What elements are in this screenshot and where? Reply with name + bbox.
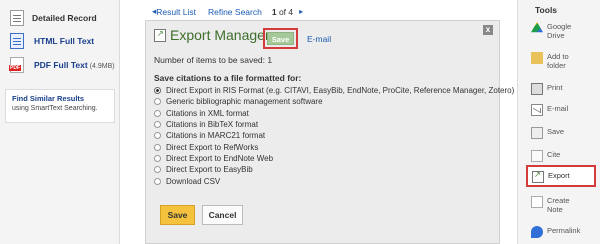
- cite-icon: [531, 150, 543, 162]
- left-sidebar: Detailed Record HTML Full Text PDF PDF F…: [0, 0, 120, 244]
- save-top-highlight: Save: [263, 28, 298, 49]
- format-option-label: Direct Export to RefWorks: [166, 142, 259, 152]
- page-total: of 4: [278, 6, 294, 17]
- result-list-link[interactable]: Result List: [156, 7, 196, 17]
- tool-permalink[interactable]: Permalink: [531, 226, 580, 238]
- format-option-label: Direct Export to EasyBib: [166, 165, 253, 175]
- google-drive-icon: [531, 22, 543, 33]
- tools-title: Tools: [535, 5, 558, 15]
- format-option[interactable]: Citations in XML format: [154, 108, 514, 119]
- format-option-label: Citations in XML format: [166, 108, 249, 118]
- format-options: Direct Export in RIS Format (e.g. CITAVI…: [154, 85, 514, 187]
- format-option-label: Citations in MARC21 format: [166, 131, 266, 141]
- format-option[interactable]: Citations in MARC21 format: [154, 130, 514, 141]
- radio-button[interactable]: [154, 177, 161, 185]
- permalink-icon: [531, 226, 543, 238]
- close-icon[interactable]: x: [483, 25, 493, 35]
- format-option-label: Citations in BibTeX format: [166, 120, 259, 130]
- email-link[interactable]: E-mail: [307, 34, 331, 44]
- items-count: Number of items to be saved: 1: [154, 55, 272, 65]
- document-icon: [10, 10, 24, 26]
- format-option-label: Direct Export in RIS Format (e.g. CITAVI…: [166, 86, 515, 96]
- radio-button[interactable]: [154, 87, 161, 95]
- tool-save[interactable]: Save: [531, 127, 564, 139]
- tool-label: Save: [547, 127, 565, 136]
- save-top-button[interactable]: Save: [267, 32, 294, 45]
- html-full-text-link[interactable]: HTML Full Text: [10, 33, 94, 49]
- tool-create-note[interactable]: Create Note: [531, 196, 583, 214]
- format-option-label: Direct Export to EndNote Web: [166, 153, 274, 163]
- action-buttons: Save Cancel: [160, 205, 243, 225]
- panel-title: Export Manager: [170, 27, 270, 43]
- save-icon: [531, 127, 543, 139]
- find-similar-subtext: using SmartText Searching.: [12, 105, 98, 112]
- radio-button[interactable]: [154, 132, 161, 140]
- pdf-icon: PDF: [9, 57, 24, 73]
- export-highlight: Export: [526, 165, 596, 187]
- tool-label: E-mail: [547, 104, 569, 113]
- tool-label: Print: [547, 83, 563, 92]
- tool-label: Permalink: [547, 226, 581, 235]
- export-icon: [532, 170, 544, 183]
- format-option[interactable]: Citations in BibTeX format: [154, 119, 514, 130]
- export-icon: [154, 28, 166, 42]
- format-option-label: Generic bibliographic management softwar…: [166, 97, 323, 107]
- tool-add-to-folder[interactable]: Add to folder: [531, 52, 585, 70]
- detailed-record-link[interactable]: Detailed Record: [10, 10, 97, 26]
- find-similar-box: Find Similar Results using SmartText Sea…: [5, 89, 115, 123]
- title-row: Export Manager: [154, 27, 270, 43]
- pdf-full-text-label: PDF Full Text (4.9MB): [34, 60, 115, 70]
- items-count-label: Number of items to be saved:: [154, 55, 266, 65]
- tool-email[interactable]: E-mail: [531, 104, 568, 116]
- pdf-badge: PDF: [9, 65, 21, 71]
- pdf-size: (4.9MB): [89, 63, 115, 70]
- format-option-label: Download CSV: [166, 176, 221, 186]
- email-icon: [531, 104, 543, 116]
- find-similar-link[interactable]: Find Similar Results: [12, 94, 108, 103]
- format-option[interactable]: Direct Export to RefWorks: [154, 141, 514, 152]
- radio-button[interactable]: [154, 98, 161, 106]
- detailed-record-label: Detailed Record: [32, 13, 97, 23]
- tool-cite[interactable]: Cite: [531, 150, 560, 162]
- tool-label: Create Note: [547, 196, 570, 214]
- pdf-label-text: PDF Full Text: [34, 60, 88, 70]
- export-manager-panel: x Export Manager Save E-mail Number of i…: [145, 20, 514, 244]
- format-option[interactable]: Direct Export to EndNote Web: [154, 153, 514, 164]
- tools-panel: Tools Google Drive Add to folder Print E…: [517, 0, 600, 244]
- format-option[interactable]: Download CSV: [154, 175, 514, 186]
- format-option[interactable]: Generic bibliographic management softwar…: [154, 96, 514, 107]
- folder-icon: [531, 52, 543, 64]
- html-document-icon: [10, 33, 24, 49]
- next-arrow-icon[interactable]: ▸: [299, 7, 303, 16]
- tool-print[interactable]: Print: [531, 83, 562, 95]
- tool-google-drive[interactable]: Google Drive: [531, 22, 585, 40]
- save-button[interactable]: Save: [160, 205, 195, 225]
- tool-export[interactable]: Export: [532, 170, 570, 183]
- html-full-text-label: HTML Full Text: [34, 36, 95, 46]
- items-count-value: 1: [267, 55, 273, 65]
- result-nav: ◂ Result List Refine Search 1 of 4 ▸: [152, 6, 303, 17]
- note-icon: [531, 196, 543, 208]
- radio-button[interactable]: [154, 166, 161, 174]
- radio-button[interactable]: [154, 121, 161, 129]
- tool-label: Google Drive: [547, 22, 572, 40]
- radio-button[interactable]: [154, 154, 161, 162]
- page-current: 1: [271, 6, 277, 17]
- format-heading: Save citations to a file formatted for:: [154, 73, 302, 83]
- radio-button[interactable]: [154, 143, 161, 151]
- print-icon: [531, 83, 543, 95]
- tool-label: Export: [548, 171, 570, 180]
- tool-label: Add to folder: [547, 52, 569, 70]
- pdf-full-text-link[interactable]: PDF PDF Full Text (4.9MB): [9, 57, 115, 73]
- format-option[interactable]: Direct Export in RIS Format (e.g. CITAVI…: [154, 85, 514, 96]
- refine-search-link[interactable]: Refine Search: [208, 7, 262, 17]
- cancel-button[interactable]: Cancel: [202, 205, 243, 225]
- tool-label: Cite: [547, 150, 561, 159]
- radio-button[interactable]: [154, 109, 161, 117]
- page-indicator: 1 of 4: [272, 7, 293, 17]
- format-option[interactable]: Direct Export to EasyBib: [154, 164, 514, 175]
